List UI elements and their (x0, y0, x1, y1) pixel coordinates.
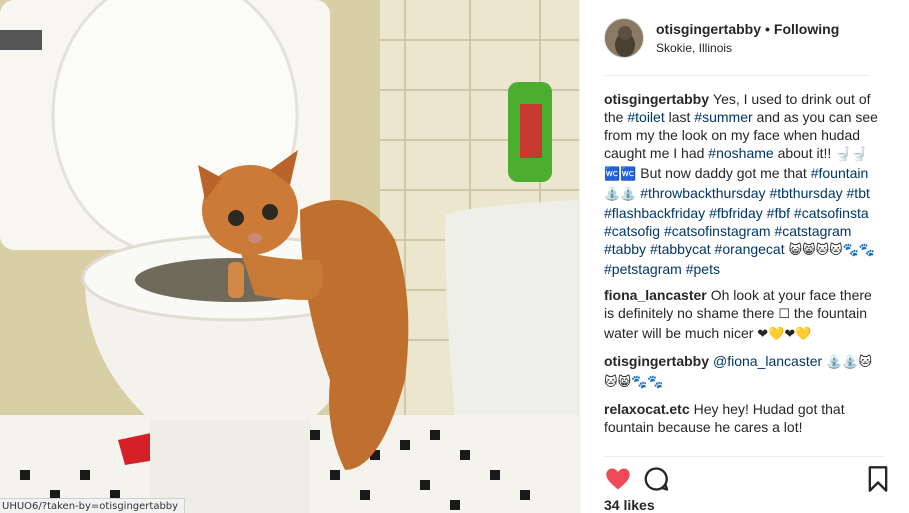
comment-item: fiona_lancaster Oh look at your face ther… (604, 286, 880, 344)
hashtag-link[interactable]: #tbt (847, 185, 870, 201)
comments-list[interactable]: otisgingertabby Yes, I used to drink out … (604, 90, 880, 454)
avatar[interactable] (604, 18, 644, 58)
following-button[interactable]: Following (774, 21, 839, 37)
hashtag-link[interactable]: #tabby (604, 241, 646, 257)
post-photo[interactable]: UHUO6/?taken-by=otisgingertabby (0, 0, 579, 513)
hashtag-link[interactable]: #flashbackfriday (604, 205, 705, 221)
hashtag-link[interactable]: #catsofinsta (794, 205, 869, 221)
hashtag-link[interactable]: #toilet (627, 109, 664, 125)
avatar-cat-icon (605, 19, 643, 57)
hashtag-link[interactable]: #catsofig (604, 223, 660, 239)
hashtag-link[interactable]: #petstagram (604, 261, 682, 277)
hashtag-link[interactable]: #summer (694, 109, 752, 125)
comment-author[interactable]: otisgingertabby (604, 91, 709, 107)
comment-item: relaxocat.etc Hey hey! Hudad got that fou… (604, 400, 880, 436)
emoji-text: ❤💛❤💛 (757, 327, 812, 342)
post-location[interactable]: Skokie, Illinois (656, 41, 732, 55)
comment-text: But now daddy got me that (636, 165, 811, 181)
browser-status-url: UHUO6/?taken-by=otisgingertabby (0, 498, 186, 513)
emoji-text: ⛲⛲ (604, 187, 637, 202)
post-side-panel: otisgingertabby • Following Skokie, Illino… (579, 0, 909, 513)
likes-count[interactable]: 34 likes (604, 497, 655, 513)
post-username[interactable]: otisgingertabby (656, 21, 761, 37)
hashtag-link[interactable]: #orangecat (715, 241, 785, 257)
hashtag-link[interactable]: #pets (686, 261, 720, 277)
comment-button[interactable] (642, 465, 670, 493)
comment-author[interactable]: otisgingertabby (604, 353, 709, 369)
cat-on-toilet-image (0, 0, 579, 513)
comment-author[interactable]: relaxocat.etc (604, 401, 690, 417)
hashtag-link[interactable]: #tbthursday (769, 185, 842, 201)
instagram-post: UHUO6/?taken-by=otisgingertabby otisging… (0, 0, 909, 513)
hashtag-link[interactable]: #fountain (811, 165, 869, 181)
hashtag-link[interactable]: #catstagram (774, 223, 851, 239)
comment-bubble-icon (644, 467, 669, 491)
comment-text: last (664, 109, 695, 125)
comment-author[interactable]: fiona_lancaster (604, 287, 707, 303)
emoji-text: 😺😸🐱🐱🐾🐾 (788, 243, 876, 258)
hashtag-link[interactable]: #throwbackthursday (640, 185, 765, 201)
save-button[interactable] (866, 465, 894, 493)
separator-dot: • (765, 21, 770, 37)
hashtag-link[interactable]: #fbfriday (709, 205, 763, 221)
hashtag-link[interactable]: #catsofinstagram (664, 223, 771, 239)
comment-item: otisgingertabby @fiona_lancaster ⛲⛲🐱🐱😸🐾🐾 (604, 352, 880, 392)
emoji-text: ☐ (778, 307, 790, 322)
bookmark-icon (868, 466, 888, 492)
like-button[interactable] (604, 465, 632, 493)
heart-filled-icon (606, 468, 630, 490)
hashtag-link[interactable]: @fiona_lancaster (713, 353, 822, 369)
hashtag-link[interactable]: #tabbycat (650, 241, 711, 257)
hashtag-link[interactable]: #fbf (767, 205, 790, 221)
action-bar (604, 456, 888, 500)
comment-item: otisgingertabby Yes, I used to drink out … (604, 90, 880, 278)
hashtag-link[interactable]: #noshame (708, 145, 773, 161)
comment-text: about it!! (773, 145, 836, 161)
post-header: otisgingertabby • Following Skokie, Illino… (604, 18, 870, 76)
header-user-line: otisgingertabby • Following (656, 21, 839, 37)
